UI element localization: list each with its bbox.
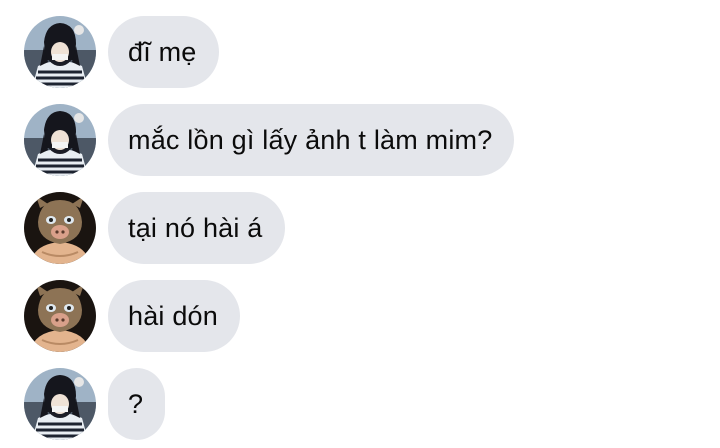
message-bubble[interactable]: tại nó hài á bbox=[108, 192, 285, 264]
message-text: tại nó hài á bbox=[128, 212, 263, 243]
message-bubble[interactable]: mắc lồn gì lấy ảnh t làm mim? bbox=[108, 104, 515, 176]
message-bubble[interactable]: ? bbox=[108, 368, 166, 440]
message-row: tại nó hài á bbox=[24, 192, 285, 264]
message-text: hài dón bbox=[128, 300, 218, 331]
message-row: hài dón bbox=[24, 280, 240, 352]
message-row: ? bbox=[24, 368, 166, 440]
message-row: đĩ mẹ bbox=[24, 16, 219, 88]
obanai-avatar[interactable] bbox=[24, 368, 96, 440]
inosuke-avatar[interactable] bbox=[24, 280, 96, 352]
message-bubble[interactable]: đĩ mẹ bbox=[108, 16, 219, 88]
message-row: mắc lồn gì lấy ảnh t làm mim? bbox=[24, 104, 515, 176]
message-text: mắc lồn gì lấy ảnh t làm mim? bbox=[128, 124, 493, 155]
inosuke-avatar[interactable] bbox=[24, 192, 96, 264]
message-bubble[interactable]: hài dón bbox=[108, 280, 240, 352]
obanai-avatar[interactable] bbox=[24, 16, 96, 88]
chat-thread: đĩ mẹ mắc lồn gì lấy ảnh t làm mim? tại … bbox=[0, 0, 720, 448]
message-text: ? bbox=[128, 388, 144, 419]
obanai-avatar[interactable] bbox=[24, 104, 96, 176]
message-text: đĩ mẹ bbox=[128, 36, 197, 67]
